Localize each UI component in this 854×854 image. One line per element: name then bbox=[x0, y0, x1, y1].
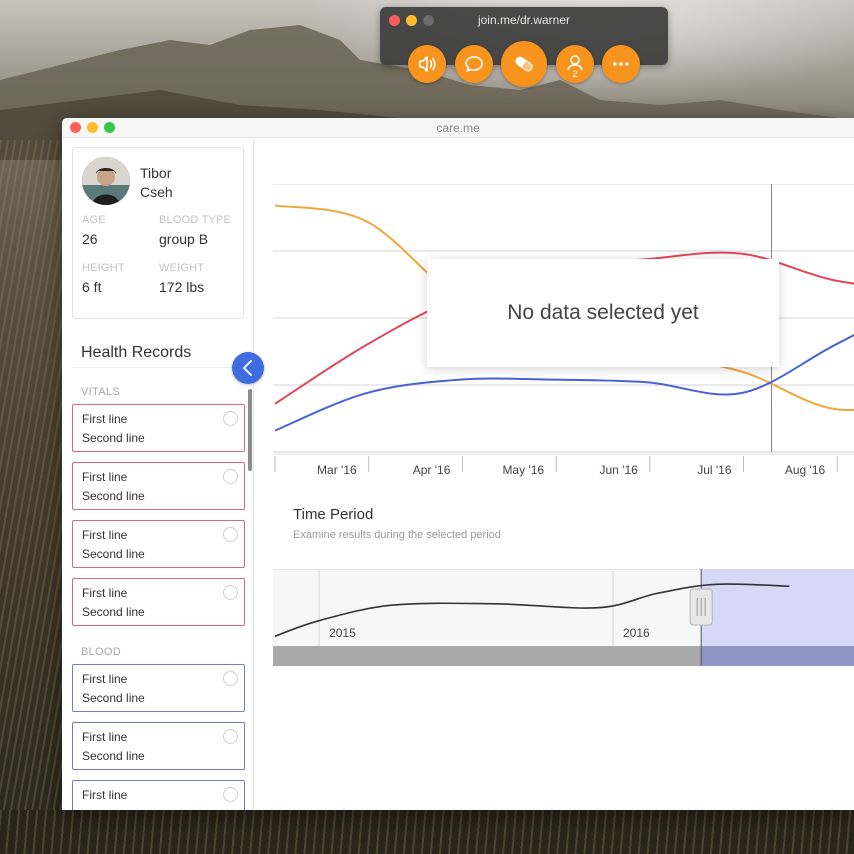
empty-state-card: No data selected yet bbox=[427, 259, 779, 367]
record-radio[interactable] bbox=[223, 411, 238, 426]
blood-type-value: group B bbox=[159, 231, 209, 247]
age-label: AGE bbox=[82, 214, 106, 226]
patient-last-name: Cseh bbox=[140, 184, 173, 200]
record-item[interactable]: First line Second line bbox=[72, 404, 245, 452]
window-titlebar: care.me bbox=[62, 118, 854, 138]
joinme-title: join.me/dr.warner bbox=[477, 13, 571, 27]
speaker-icon bbox=[419, 56, 436, 72]
sidebar: Tibor Cseh AGE 26 BLOOD TYPE group B HEI… bbox=[62, 139, 254, 810]
record-radio[interactable] bbox=[223, 469, 238, 484]
patient-first-name: Tibor bbox=[140, 165, 172, 181]
record-line-2: Second line bbox=[82, 749, 145, 763]
record-line-2: Second line bbox=[82, 431, 145, 445]
age-value: 26 bbox=[82, 231, 98, 247]
record-line-1: First line bbox=[82, 788, 128, 802]
record-item[interactable]: First line Second line bbox=[72, 578, 245, 626]
record-item[interactable]: First line Second line bbox=[72, 722, 245, 770]
record-line-2: Second line bbox=[82, 547, 145, 561]
collapse-sidebar-button[interactable] bbox=[232, 352, 264, 384]
record-radio[interactable] bbox=[223, 729, 238, 744]
height-value: 6 ft bbox=[82, 279, 102, 295]
record-radio[interactable] bbox=[223, 585, 238, 600]
x-axis-label: Jun '16 bbox=[599, 463, 638, 477]
audio-button[interactable] bbox=[408, 45, 446, 83]
record-line-1: First line bbox=[82, 730, 128, 744]
time-period-title: Time Period bbox=[293, 506, 374, 523]
vitals-group-label: VITALS bbox=[81, 386, 120, 398]
record-line-2: Second line bbox=[82, 691, 145, 705]
pill-button[interactable] bbox=[501, 41, 547, 87]
x-axis-label: Mar '16 bbox=[317, 463, 357, 477]
record-item[interactable]: First line Second line bbox=[72, 462, 245, 510]
x-axis-label: Jul '16 bbox=[697, 463, 732, 477]
main-panel: Mar '16 Apr '16 May '16 Jun '16 Jul '16 Aug '… bbox=[255, 139, 854, 810]
blood-group-label: BLOOD bbox=[81, 646, 122, 658]
record-radio[interactable] bbox=[223, 671, 238, 686]
x-axis-label: Apr '16 bbox=[413, 463, 451, 477]
weight-value: 172 lbs bbox=[159, 279, 205, 295]
record-item[interactable]: First line Second line bbox=[72, 520, 245, 568]
range-selection-scroll bbox=[701, 646, 854, 666]
time-range-chart[interactable]: 2015 2016 bbox=[273, 569, 854, 666]
record-line-1: First line bbox=[82, 528, 128, 542]
record-line-1: First line bbox=[82, 470, 128, 484]
height-label: HEIGHT bbox=[82, 262, 125, 274]
patient-photo bbox=[82, 157, 130, 205]
record-line-1: First line bbox=[82, 412, 128, 426]
year-label: 2016 bbox=[623, 626, 650, 640]
participant-count: 2 bbox=[572, 69, 578, 79]
year-label: 2015 bbox=[329, 626, 356, 640]
chat-bubble-icon bbox=[465, 56, 483, 72]
more-icon bbox=[613, 62, 629, 66]
range-selection bbox=[701, 569, 854, 646]
chat-button[interactable] bbox=[455, 45, 493, 83]
sidebar-scrollbar[interactable] bbox=[248, 389, 252, 471]
time-period-subtitle: Examine results during the selected peri… bbox=[293, 529, 501, 541]
joinme-toolbar: join.me/dr.warner 2 bbox=[380, 7, 668, 87]
record-line-2: Second line bbox=[82, 605, 145, 619]
record-radio[interactable] bbox=[223, 787, 238, 802]
record-line-1: First line bbox=[82, 672, 128, 686]
record-item[interactable]: First line bbox=[72, 780, 245, 810]
x-axis-label: May '16 bbox=[502, 463, 544, 477]
record-radio[interactable] bbox=[223, 527, 238, 542]
record-item[interactable]: First line Second line bbox=[72, 664, 245, 712]
section-divider bbox=[72, 367, 253, 368]
more-button[interactable] bbox=[602, 45, 640, 83]
participants-button[interactable]: 2 bbox=[556, 45, 594, 83]
record-line-1: First line bbox=[82, 586, 128, 600]
grass-foreground bbox=[0, 140, 70, 854]
care-me-window: care.me Tibor Cseh AGE 26 BLOOD TYPE gro… bbox=[62, 118, 854, 810]
blood-type-label: BLOOD TYPE bbox=[159, 214, 232, 226]
chevron-left-icon bbox=[243, 360, 252, 376]
pill-icon bbox=[515, 56, 534, 73]
grass-bottom bbox=[0, 810, 854, 854]
window-title: care.me bbox=[436, 121, 480, 135]
patient-card: Tibor Cseh AGE 26 BLOOD TYPE group B HEI… bbox=[72, 147, 244, 319]
avatar bbox=[82, 157, 130, 205]
record-line-2: Second line bbox=[82, 489, 145, 503]
patient-name: Tibor Cseh bbox=[140, 164, 173, 202]
x-axis-label: Aug '16 bbox=[785, 463, 826, 477]
health-records-title: Health Records bbox=[81, 344, 192, 361]
weight-label: WEIGHT bbox=[159, 262, 205, 274]
